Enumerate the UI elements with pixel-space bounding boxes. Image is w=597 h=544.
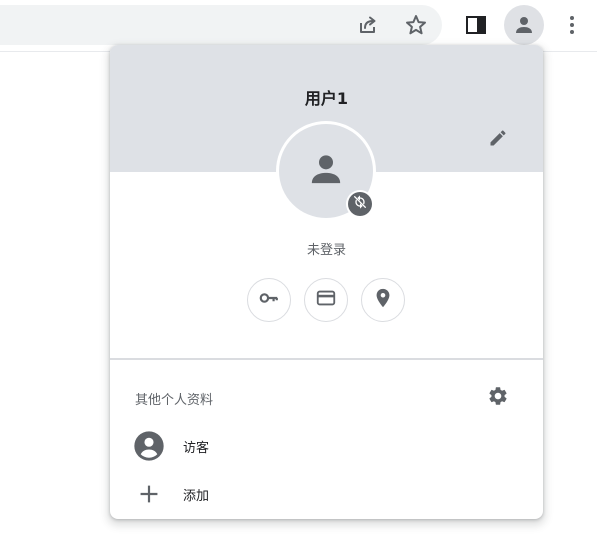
payment-card-icon bbox=[315, 287, 337, 313]
guest-label: 访客 bbox=[183, 441, 210, 456]
section-divider bbox=[110, 358, 543, 360]
addresses-button[interactable] bbox=[361, 278, 405, 322]
passwords-button[interactable] bbox=[247, 278, 291, 322]
addresses-location-icon bbox=[372, 287, 394, 313]
payment-methods-button[interactable] bbox=[304, 278, 348, 322]
guest-account-circle-icon bbox=[133, 430, 165, 462]
profile-button[interactable] bbox=[504, 5, 544, 45]
profile-name: 用户1 bbox=[304, 89, 349, 108]
sync-status-badge bbox=[346, 190, 374, 218]
gear-icon bbox=[487, 385, 509, 411]
side-panel-icon bbox=[464, 13, 488, 37]
edit-profile-button[interactable] bbox=[482, 124, 514, 156]
manage-profiles-button[interactable] bbox=[482, 382, 514, 414]
sync-off-icon bbox=[352, 194, 368, 214]
add-plus-icon bbox=[133, 478, 165, 510]
other-profiles-heading: 其他个人资料 bbox=[135, 393, 214, 408]
bookmark-star-icon bbox=[404, 13, 428, 37]
add-profile-item[interactable]: 添加 bbox=[110, 472, 543, 516]
profile-icon bbox=[512, 13, 536, 37]
side-panel-button[interactable] bbox=[456, 5, 496, 45]
share-icon bbox=[356, 13, 380, 37]
quick-actions bbox=[247, 278, 407, 324]
pencil-icon bbox=[488, 128, 508, 152]
share-button[interactable] bbox=[348, 5, 388, 45]
passwords-key-icon bbox=[258, 287, 280, 313]
guest-profile-item[interactable]: 访客 bbox=[110, 424, 543, 468]
profile-menu-popup: 用户1 未登录 其他个人资料 访客 添加 bbox=[110, 45, 543, 519]
person-icon bbox=[306, 149, 346, 193]
bookmark-button[interactable] bbox=[396, 5, 436, 45]
more-vert-icon bbox=[560, 13, 584, 37]
add-label: 添加 bbox=[183, 489, 210, 504]
browser-toolbar bbox=[0, 0, 597, 50]
more-menu-button[interactable] bbox=[552, 5, 592, 45]
sign-in-status: 未登录 bbox=[306, 243, 346, 258]
